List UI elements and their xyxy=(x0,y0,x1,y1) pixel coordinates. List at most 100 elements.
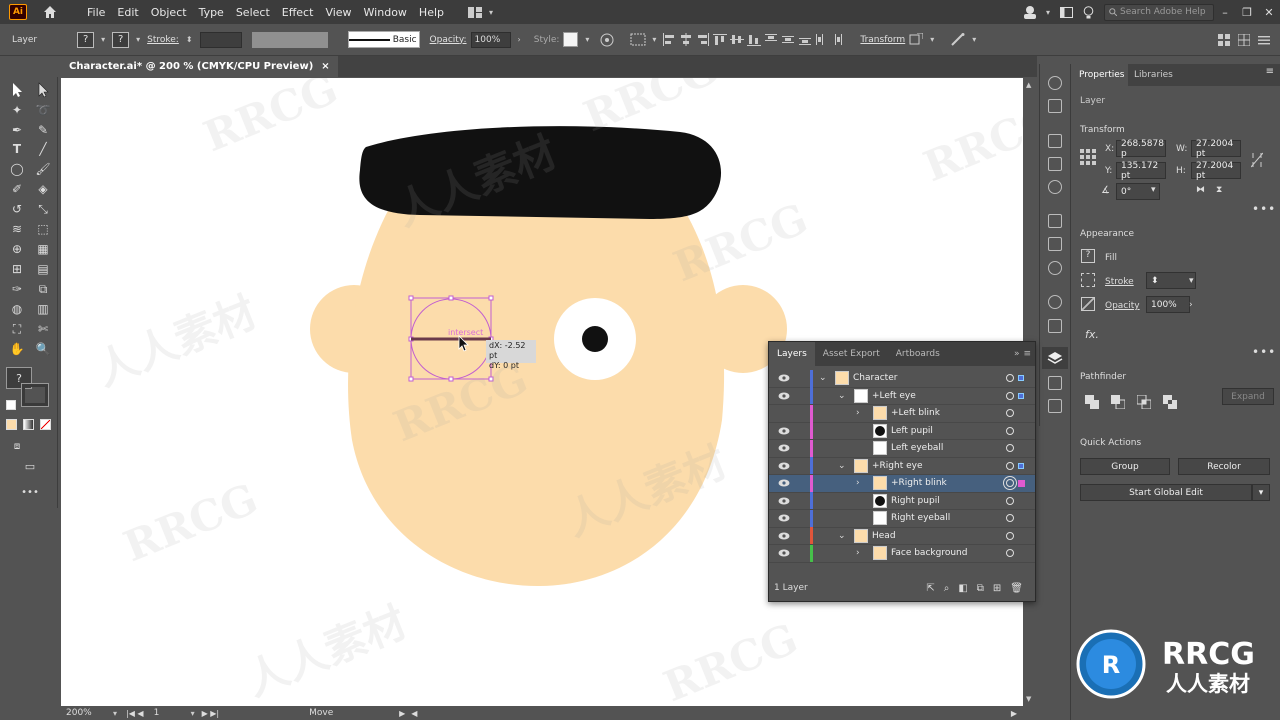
asset-export-icon[interactable] xyxy=(1048,376,1062,390)
menu-file[interactable]: File xyxy=(81,6,111,19)
distribute-middle-icon[interactable] xyxy=(781,33,795,46)
align-right-icon[interactable] xyxy=(696,33,710,46)
chevron-right-icon[interactable]: › xyxy=(1189,300,1193,310)
fx-button[interactable]: fx. xyxy=(1085,328,1099,341)
minimize-button[interactable]: – xyxy=(1214,6,1236,19)
expand-chevron-icon[interactable]: › xyxy=(856,548,860,558)
scroll-right-icon[interactable]: ▶ xyxy=(1011,709,1017,718)
expand-chevron-icon[interactable]: ⌄ xyxy=(819,373,827,383)
tab-layers[interactable]: Layers xyxy=(769,342,815,366)
brush-definition-dropdown[interactable]: Basic xyxy=(347,31,420,48)
fill-swatch[interactable]: ? xyxy=(77,31,95,48)
panel-menu-icon[interactable] xyxy=(1258,34,1270,46)
collect-export-icon[interactable]: ⇱ xyxy=(926,583,934,594)
target-circle-icon[interactable] xyxy=(1006,531,1014,540)
visibility-eye-icon[interactable] xyxy=(778,462,790,470)
curvature-tool-icon[interactable]: ✎ xyxy=(34,121,52,139)
target-circle-icon[interactable] xyxy=(1006,391,1014,400)
selection-indicator[interactable] xyxy=(1018,375,1024,382)
transparency-panel-icon[interactable] xyxy=(1048,261,1062,275)
global-edit-options[interactable]: ▾ xyxy=(1252,484,1270,501)
stroke-label[interactable]: Stroke: xyxy=(147,35,179,45)
shape-builder-tool-icon[interactable]: ⊕ xyxy=(8,240,26,258)
tab-artboards[interactable]: Artboards xyxy=(888,349,948,359)
layers-panel-icon-active[interactable] xyxy=(1042,347,1068,369)
search-help-input[interactable]: Search Adobe Help xyxy=(1104,3,1214,21)
delete-layer-icon[interactable]: 🗑 xyxy=(1010,583,1023,594)
appearance-more-options[interactable]: ••• xyxy=(1252,345,1276,359)
target-circle-icon[interactable] xyxy=(1006,496,1014,505)
stroke-swatch[interactable]: ? xyxy=(112,31,130,48)
fill-swatch[interactable]: ? xyxy=(1081,249,1095,263)
distribute-left-icon[interactable] xyxy=(815,33,829,46)
x-position-field[interactable]: 268.5878 p xyxy=(1116,139,1166,159)
column-graph-tool-icon[interactable]: ▥ xyxy=(34,300,52,318)
stroke-panel-icon[interactable] xyxy=(1048,214,1062,228)
flip-horizontal-icon[interactable]: ⧓ xyxy=(1196,185,1205,195)
default-colors-icon[interactable] xyxy=(6,400,16,410)
align-to-icon[interactable] xyxy=(630,33,646,46)
visibility-eye-icon[interactable] xyxy=(778,549,790,557)
minus-front-icon[interactable] xyxy=(1111,395,1125,409)
horizontal-scrollbar[interactable] xyxy=(417,709,1010,717)
distribute-center-icon[interactable] xyxy=(832,33,846,46)
layer-row[interactable]: Left pupil xyxy=(769,422,1035,440)
stroke-weight-field[interactable] xyxy=(199,31,242,48)
distribute-bottom-icon[interactable] xyxy=(798,33,812,46)
lasso-tool-icon[interactable]: ➰ xyxy=(34,101,52,119)
isolate-group-icon[interactable] xyxy=(909,33,924,46)
layer-row[interactable]: Left eyeball xyxy=(769,439,1035,458)
distribute-top-icon[interactable] xyxy=(764,33,778,46)
selection-indicator[interactable] xyxy=(1018,392,1024,399)
stroke-label[interactable]: Stroke xyxy=(1105,277,1134,287)
flip-vertical-icon[interactable]: ⧗ xyxy=(1216,185,1222,195)
visibility-eye-icon[interactable] xyxy=(778,374,790,382)
gradient-tool-icon[interactable]: ▤ xyxy=(34,260,52,278)
target-circle-icon[interactable] xyxy=(1006,514,1014,523)
tab-properties[interactable]: Properties xyxy=(1079,70,1124,80)
expand-chevron-icon[interactable]: ⌄ xyxy=(838,391,846,401)
symbol-sprayer-tool-icon[interactable]: ◍ xyxy=(8,300,26,318)
visibility-eye-icon[interactable] xyxy=(778,514,790,522)
layer-row[interactable]: › +Left blink xyxy=(769,404,1035,423)
opacity-field[interactable]: 100% xyxy=(470,31,511,48)
expand-button[interactable]: Expand xyxy=(1222,388,1274,405)
status-menu-icon[interactable]: ▶ xyxy=(399,709,405,718)
menu-type[interactable]: Type xyxy=(193,6,230,19)
new-sublayer-icon[interactable]: ⧉ xyxy=(977,583,984,594)
appearance-panel-icon[interactable] xyxy=(1048,295,1062,309)
arrange-documents-icon[interactable] xyxy=(1060,6,1073,18)
menu-select[interactable]: Select xyxy=(230,6,276,19)
clipping-mask-icon[interactable]: ◧ xyxy=(958,583,967,594)
align-middle-icon[interactable] xyxy=(730,33,745,46)
layer-row[interactable]: Right eyeball xyxy=(769,509,1035,528)
align-left-icon[interactable] xyxy=(662,33,676,46)
ellipse-tool-icon[interactable]: ◯ xyxy=(8,160,26,178)
target-circle-icon[interactable] xyxy=(1006,426,1014,435)
y-position-field[interactable]: 135.172 pt xyxy=(1116,161,1166,181)
free-transform-tool-icon[interactable]: ⬚ xyxy=(34,220,52,238)
graphic-style-swatch[interactable] xyxy=(563,32,579,47)
magic-wand-tool-icon[interactable]: ✦ xyxy=(8,101,26,119)
target-circle-icon[interactable] xyxy=(1006,479,1014,488)
opacity-field[interactable]: 100% xyxy=(1146,296,1190,313)
visibility-eye-icon[interactable] xyxy=(778,392,790,400)
expand-chevron-icon[interactable]: ⌄ xyxy=(838,531,846,541)
collapse-panel-icon[interactable]: » xyxy=(1010,349,1024,359)
align-center-icon[interactable] xyxy=(679,33,693,46)
screen-mode-icon[interactable]: ▭ xyxy=(21,457,39,475)
layer-row[interactable]: › Face background xyxy=(769,544,1035,563)
group-button[interactable]: Group xyxy=(1080,458,1170,475)
first-artboard-icon[interactable]: |◀ ◀ xyxy=(126,709,144,718)
stroke-swatch[interactable] xyxy=(1081,273,1095,287)
intersect-icon[interactable] xyxy=(1137,395,1151,409)
graphic-styles-icon[interactable] xyxy=(1048,319,1062,333)
target-circle-icon[interactable] xyxy=(1006,444,1014,453)
selection-indicator[interactable] xyxy=(1018,479,1025,487)
visibility-eye-icon[interactable] xyxy=(778,532,790,540)
next-artboard-icon[interactable]: ▶ ▶| xyxy=(202,709,220,718)
opacity-label[interactable]: Opacity: xyxy=(430,35,467,45)
target-circle-icon[interactable] xyxy=(1006,549,1014,558)
start-global-edit-button[interactable]: Start Global Edit xyxy=(1080,484,1252,501)
close-window-button[interactable]: ✕ xyxy=(1258,6,1280,19)
